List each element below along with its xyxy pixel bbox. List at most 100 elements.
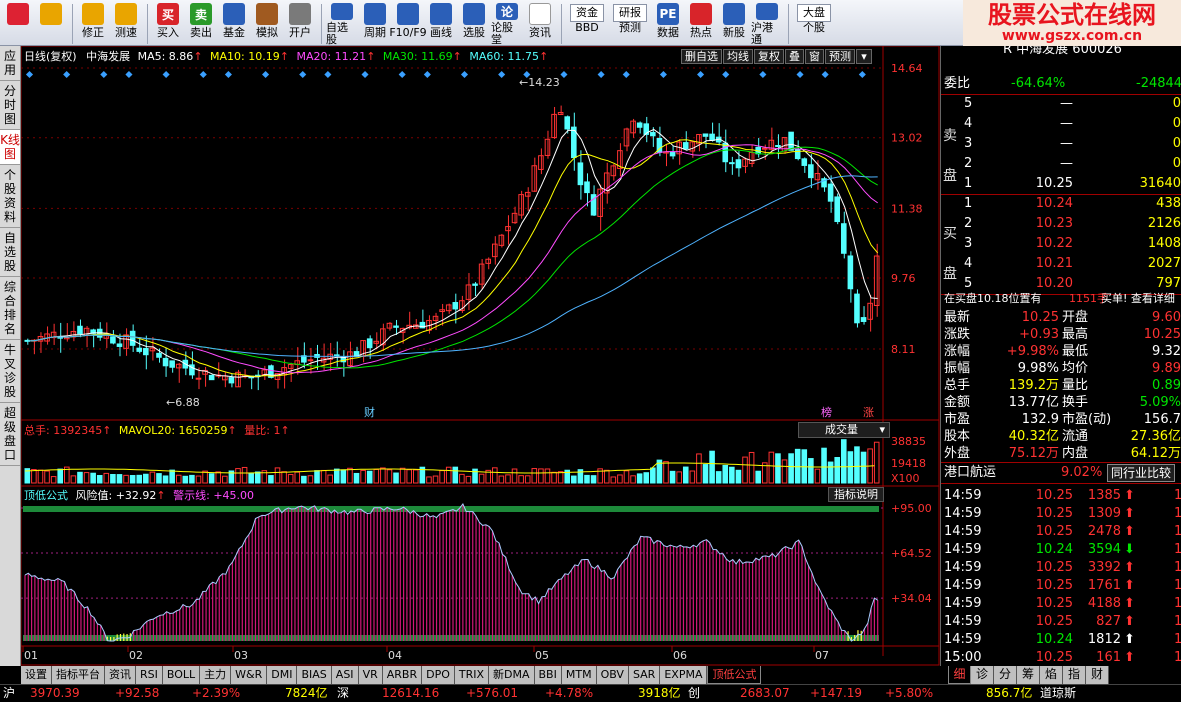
window-button[interactable] [2, 2, 34, 45]
stock-code-header: R 中海发展 600026 [1003, 46, 1122, 57]
buy-button[interactable]: 买买入 [152, 2, 184, 45]
indicator-tab[interactable]: RSI [136, 666, 163, 684]
indicator-tab[interactable]: OBV [596, 666, 629, 684]
chart-tool-button[interactable]: 预测 [825, 49, 855, 64]
indicator-tab[interactable]: BIAS [297, 666, 332, 684]
quote-tab[interactable]: 财 [1086, 666, 1109, 684]
cy-index: 2683.07 [740, 686, 790, 700]
chevron-down-icon[interactable]: ▾ [856, 49, 872, 64]
quote-tab[interactable]: 焰 [1040, 666, 1063, 684]
candle-body [557, 111, 564, 116]
open-account-button[interactable]: 开户 [284, 2, 316, 45]
period-button[interactable]: 周期 [359, 2, 391, 45]
forecast-button[interactable]: 研报 预测 [609, 2, 651, 45]
fund-button[interactable]: 基金 [218, 2, 250, 45]
indicator-tab[interactable]: DPO [422, 666, 455, 684]
indicator-tab[interactable]: BBI [534, 666, 562, 684]
level-number: 1 [964, 176, 973, 191]
volume-bar [340, 469, 347, 484]
left-tab-5[interactable]: 综合排名 [0, 277, 20, 340]
tick-price: 10.25 [1035, 506, 1073, 521]
indicator-tab[interactable]: ASI [331, 666, 359, 684]
industry-compare-button[interactable]: 同行业比较 [1107, 464, 1176, 482]
indicator-tab[interactable]: DMI [267, 666, 298, 684]
indicator-tab[interactable]: BOLL [162, 666, 201, 684]
signal-diamond-icon [262, 70, 270, 79]
left-tab-4[interactable]: 自选股 [0, 228, 20, 277]
data-button[interactable]: PE 数据 [652, 2, 684, 45]
left-tab-6[interactable]: 牛叉诊股 [0, 340, 20, 403]
left-tab-7[interactable]: 超级盘口 [0, 403, 20, 466]
quote-tab[interactable]: 细 [948, 666, 971, 684]
back-button[interactable] [35, 2, 67, 45]
indicator-tab[interactable]: 主力 [200, 666, 232, 684]
indicator-help-button[interactable]: 指标说明 [828, 487, 884, 502]
indicator-tab[interactable]: 指标平台 [52, 666, 105, 684]
new-stock-button[interactable]: 新股 [718, 2, 750, 45]
quote-tab[interactable]: 指 [1063, 666, 1086, 684]
fix-button[interactable]: 修正 [77, 2, 109, 45]
indicator-tab[interactable]: 顶低公式 [707, 666, 762, 684]
price-tick-label: 8.11 [891, 343, 916, 356]
hotspot-button[interactable]: 热点 [685, 2, 717, 45]
volume-bar [222, 475, 228, 484]
signal-diamond-icon [398, 70, 406, 79]
indicator-tab[interactable]: MTM [561, 666, 597, 684]
indicator-tab[interactable]: 新DMA [489, 666, 535, 684]
tick-price: 10.25 [1035, 596, 1073, 611]
tick-price: 10.25 [1035, 560, 1073, 575]
watchlist-button[interactable]: 自选股 [326, 2, 358, 45]
indicator-tab[interactable]: TRIX [454, 666, 490, 684]
quote-tab[interactable]: 筹 [1017, 666, 1040, 684]
indicator-tab[interactable]: 设置 [21, 666, 52, 684]
kline-chart[interactable]: 14.64 13.02 11.38 9.76 8.11 01 02 03 04 05 06 07 ←14… [21, 46, 940, 666]
chart-tool-button[interactable]: 窗 [805, 49, 824, 64]
quote-tab[interactable]: 诊 [971, 666, 994, 684]
draw-line-button[interactable]: 画线 [425, 2, 457, 45]
bbd-button[interactable]: 资金 BBD [566, 2, 608, 45]
left-tab-0[interactable]: 应用 [0, 46, 20, 81]
indicator-tab[interactable]: SAR [628, 666, 661, 684]
f10-icon [397, 3, 419, 25]
indicator-tab[interactable]: W&R [231, 666, 268, 684]
volume-bar [195, 475, 202, 484]
indicator-tab[interactable]: EXPMA [660, 666, 708, 684]
research-icon: 研报 [613, 4, 647, 22]
candle-body [729, 162, 735, 165]
chart-tool-button[interactable]: 叠 [785, 49, 804, 64]
left-tab-3[interactable]: 个股资料 [0, 165, 20, 228]
sell-button[interactable]: 卖卖出 [185, 2, 217, 45]
volume-bar [182, 475, 189, 484]
market-button[interactable]: 大盘 个股 [793, 2, 835, 45]
indicator-tab[interactable]: ARBR [382, 666, 423, 684]
news-button[interactable]: 资讯 [524, 2, 556, 45]
stock-picker-button[interactable]: 选股 [458, 2, 490, 45]
tick-volume: 1385 [1087, 488, 1121, 503]
indicator-name: 顶低公式 [24, 489, 68, 502]
note-text: 在买盘10.18位置有 [944, 292, 1042, 305]
simulate-button[interactable]: 模拟 [251, 2, 283, 45]
chart-tool-button[interactable]: 复权 [754, 49, 784, 64]
left-tab-2[interactable]: K线图 [0, 130, 20, 165]
f10-button[interactable]: F10/F9 [389, 2, 427, 45]
candle-body [709, 133, 715, 141]
left-tab-1[interactable]: 分时图 [0, 81, 20, 130]
volume-bar [215, 471, 222, 484]
candle-body [143, 348, 149, 356]
quote-tab[interactable]: 分 [994, 666, 1017, 684]
indicator-tab[interactable]: 资讯 [105, 666, 136, 684]
chart-tool-button[interactable]: 均线 [723, 49, 753, 64]
chart-tool-button[interactable]: 删自选 [681, 49, 722, 64]
fund-flow-icon: 资金 [570, 4, 604, 22]
down-arrow-icon: ⬇ [1124, 542, 1135, 557]
speed-button[interactable]: 测速 [110, 2, 142, 45]
chart-canvas[interactable]: 14.64 13.02 11.38 9.76 8.11 01 02 03 04 05 06 07 ←14… [21, 46, 940, 666]
new-stock-icon [723, 3, 745, 25]
indicator-tab[interactable]: VR [358, 666, 383, 684]
volume-indicator-select[interactable]: 成交量 ▾ [798, 422, 890, 438]
sz-label: 深 [337, 686, 350, 700]
volume-bar [169, 469, 175, 484]
level-number: 2 [964, 216, 973, 231]
hk-connect-button[interactable]: 沪港通 [751, 2, 783, 45]
forum-button[interactable]: 论论股堂 [491, 2, 523, 45]
